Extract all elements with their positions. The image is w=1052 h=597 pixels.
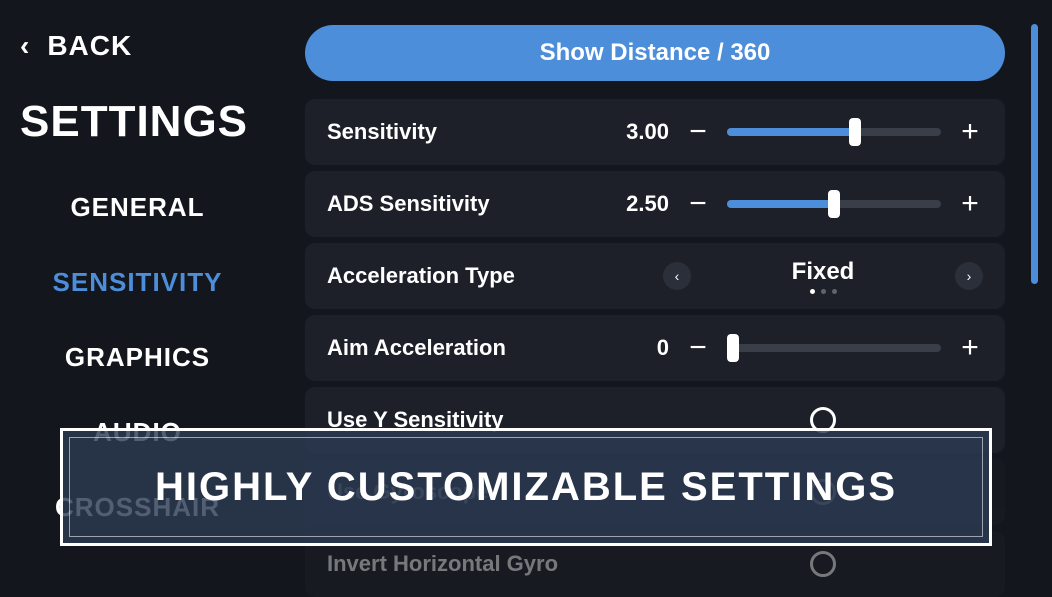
decrement-aim-accel[interactable]: − (685, 331, 711, 365)
selector-prev[interactable]: ‹ (663, 262, 691, 290)
slider-thumb[interactable] (828, 190, 840, 218)
selector-next[interactable]: › (955, 262, 983, 290)
slider-fill (727, 128, 855, 136)
show-distance-label: Show Distance / 360 (540, 39, 771, 67)
slider-track (727, 344, 941, 352)
row-acceleration-type: Acceleration Type ‹ Fixed › (305, 243, 1005, 309)
slider-fill (727, 200, 834, 208)
banner-text: HIGHLY CUSTOMIZABLE SETTINGS (155, 465, 897, 510)
corner-icon (978, 532, 992, 546)
row-aim-acceleration: Aim Acceleration 0 − + (305, 315, 1005, 381)
increment-aim-accel[interactable]: + (957, 331, 983, 365)
tab-general[interactable]: GENERAL (70, 192, 204, 223)
slider-ads-sensitivity[interactable] (727, 191, 941, 217)
label-acceleration-type: Acceleration Type (327, 263, 647, 289)
increment-ads[interactable]: + (957, 187, 983, 221)
decrement-ads[interactable]: − (685, 187, 711, 221)
row-sensitivity: Sensitivity 3.00 − + (305, 99, 1005, 165)
chevron-right-icon: › (967, 268, 972, 284)
back-label: BACK (47, 30, 132, 62)
slider-thumb[interactable] (849, 118, 861, 146)
slider-thumb[interactable] (727, 334, 739, 362)
chevron-left-icon: ‹ (20, 30, 29, 62)
slider-aim-acceleration[interactable] (727, 335, 941, 361)
corner-icon (60, 428, 74, 442)
show-distance-button[interactable]: Show Distance / 360 (305, 25, 1005, 81)
decrement-sensitivity[interactable]: − (685, 115, 711, 149)
toggle-invert-h[interactable] (810, 551, 836, 577)
promo-banner: HIGHLY CUSTOMIZABLE SETTINGS (60, 428, 992, 546)
label-aim-acceleration: Aim Acceleration (327, 335, 597, 361)
corner-icon (978, 428, 992, 442)
scrollbar-thumb[interactable] (1031, 24, 1038, 284)
chevron-left-icon: ‹ (675, 268, 680, 284)
tab-graphics[interactable]: GRAPHICS (65, 342, 210, 373)
row-ads-sensitivity: ADS Sensitivity 2.50 − + (305, 171, 1005, 237)
page-title: SETTINGS (20, 97, 255, 147)
selector-value: Fixed (792, 258, 855, 286)
label-sensitivity: Sensitivity (327, 119, 597, 145)
selector-acceleration-type: ‹ Fixed › (663, 258, 983, 294)
slider-sensitivity[interactable] (727, 119, 941, 145)
value-aim-acceleration: 0 (613, 335, 669, 361)
corner-icon (60, 532, 74, 546)
tab-sensitivity[interactable]: SENSITIVITY (53, 267, 223, 298)
back-button[interactable]: ‹ BACK (20, 30, 255, 62)
label-ads-sensitivity: ADS Sensitivity (327, 191, 597, 217)
value-sensitivity: 3.00 (613, 119, 669, 145)
label-invert-h: Invert Horizontal Gyro (327, 551, 647, 577)
increment-sensitivity[interactable]: + (957, 115, 983, 149)
value-ads-sensitivity: 2.50 (613, 191, 669, 217)
selector-dots (810, 289, 837, 294)
scrollbar[interactable] (1031, 24, 1038, 574)
